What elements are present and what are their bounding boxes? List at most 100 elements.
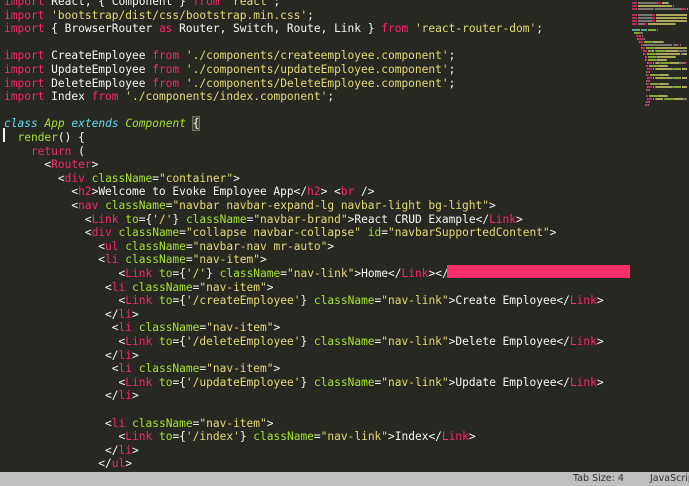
- code-line: <li className="nav-item">: [4, 280, 274, 294]
- minimap-token: [648, 104, 650, 106]
- code-line: <Link to={'/createEmployee'} className="…: [4, 294, 604, 308]
- minimap-token: [679, 44, 682, 46]
- minimap-token: [638, 14, 652, 16]
- minimap-token: [683, 53, 687, 55]
- minimap-token: [668, 74, 669, 76]
- minimap-token: [638, 8, 653, 10]
- minimap-token: [647, 74, 650, 76]
- minimap-token: [648, 86, 652, 88]
- code-line: </ul>: [4, 457, 133, 471]
- code-line: import UpdateEmployee from './components…: [4, 63, 456, 76]
- minimap-token: [645, 47, 654, 49]
- minimap-token: [645, 56, 648, 58]
- minimap-token: [647, 83, 650, 85]
- minimap-token: [649, 89, 650, 91]
- minimap-token: [632, 29, 637, 31]
- code-editor[interactable]: import React, { Component } from 'react'…: [0, 0, 630, 472]
- minimap-token: [648, 77, 652, 79]
- code-line: <Link to={'/'} className="nav-link">Home…: [4, 267, 469, 280]
- redaction-bar: [447, 265, 633, 278]
- code-line: <Router>: [4, 158, 99, 172]
- minimap-token: [657, 56, 676, 58]
- minimap-token: [639, 32, 643, 34]
- minimap-token: [632, 17, 638, 19]
- minimap-token: [641, 35, 643, 37]
- minimap-token: [643, 44, 673, 46]
- minimap-token: [673, 86, 682, 88]
- minimap-token: [643, 41, 652, 43]
- minimap-token: [651, 17, 656, 19]
- minimap-token: [649, 65, 658, 67]
- code-line: <ul className="navbar-nav mr-auto">: [4, 239, 335, 253]
- minimap-token: [665, 98, 674, 100]
- minimap-token: [638, 17, 652, 19]
- minimap-token: [673, 77, 682, 79]
- minimap-token: [673, 68, 682, 70]
- minimap-token: [646, 65, 649, 67]
- minimap-token: [641, 47, 645, 49]
- minimap-token: [632, 14, 638, 16]
- minimap-token: [632, 23, 638, 25]
- minimap-token: [656, 68, 672, 70]
- code-line: <div className="collapse navbar-collapse…: [4, 226, 557, 240]
- minimap-token: [648, 56, 657, 58]
- minimap-token: [657, 2, 661, 4]
- minimap-token: [682, 86, 687, 88]
- minimap-token: [668, 83, 669, 85]
- syntax-indicator[interactable]: JavaScript: [650, 472, 689, 486]
- minimap-token: [662, 41, 664, 43]
- minimap-token: [677, 44, 679, 46]
- minimap-token: [650, 83, 659, 85]
- code-line: class App extends Component {: [4, 116, 201, 132]
- code-line: render() {: [17, 131, 85, 144]
- minimap-token: [659, 83, 668, 85]
- minimap-token: [643, 23, 648, 25]
- minimap-token: [648, 29, 657, 31]
- minimap-token: [638, 5, 673, 7]
- minimap-token: [632, 5, 638, 7]
- minimap-token: [659, 74, 668, 76]
- code-line: </li>: [4, 443, 139, 457]
- code-line: <Link to={'/'} className="navbar-brand">…: [4, 212, 523, 226]
- minimap-token: [655, 8, 683, 10]
- minimap-token: [667, 95, 668, 97]
- minimap-token: [647, 53, 656, 55]
- minimap-token: [643, 50, 648, 52]
- minimap-token: [669, 62, 679, 64]
- code-line: <li className="nav-item">: [4, 321, 281, 335]
- minimap-token: [668, 2, 669, 4]
- minimap-token: [632, 2, 638, 4]
- minimap-token: [638, 2, 658, 4]
- minimap[interactable]: [630, 0, 689, 472]
- code-line: <li className="nav-item">: [4, 416, 274, 430]
- code-line: <h2>Welcome to Evoke Employee App</h2> <…: [4, 185, 375, 199]
- minimap-token: [666, 59, 668, 61]
- minimap-token: [656, 50, 665, 52]
- minimap-token: [651, 20, 656, 22]
- minimap-token: [656, 98, 664, 100]
- minimap-token: [632, 20, 638, 22]
- minimap-token: [682, 8, 686, 10]
- minimap-token: [682, 77, 687, 79]
- minimap-token: [685, 62, 687, 64]
- minimap-token: [649, 80, 650, 82]
- minimap-token: [652, 41, 663, 43]
- minimap-token: [656, 14, 687, 16]
- minimap-token: [648, 59, 657, 61]
- tab-size-indicator[interactable]: Tab Size: 4: [573, 472, 624, 486]
- minimap-token: [656, 86, 672, 88]
- minimap-token: [656, 53, 680, 55]
- minimap-token: [646, 95, 649, 97]
- minimap-token: [643, 38, 645, 40]
- text-cursor: [3, 128, 5, 142]
- minimap-token: [658, 95, 668, 97]
- minimap-token: [637, 29, 641, 31]
- minimap-token: [649, 71, 650, 73]
- code-line: <Link to={'/updateEmployee'} className="…: [4, 375, 604, 389]
- code-line: import DeleteEmployee from './components…: [4, 76, 456, 90]
- minimap-token: [656, 77, 672, 79]
- code-line: import React, { Component } from 'react'…: [4, 0, 281, 8]
- minimap-token: [648, 68, 652, 70]
- minimap-token: [675, 23, 677, 25]
- code-line: <Link to={'/deleteEmployee'} className="…: [4, 335, 604, 348]
